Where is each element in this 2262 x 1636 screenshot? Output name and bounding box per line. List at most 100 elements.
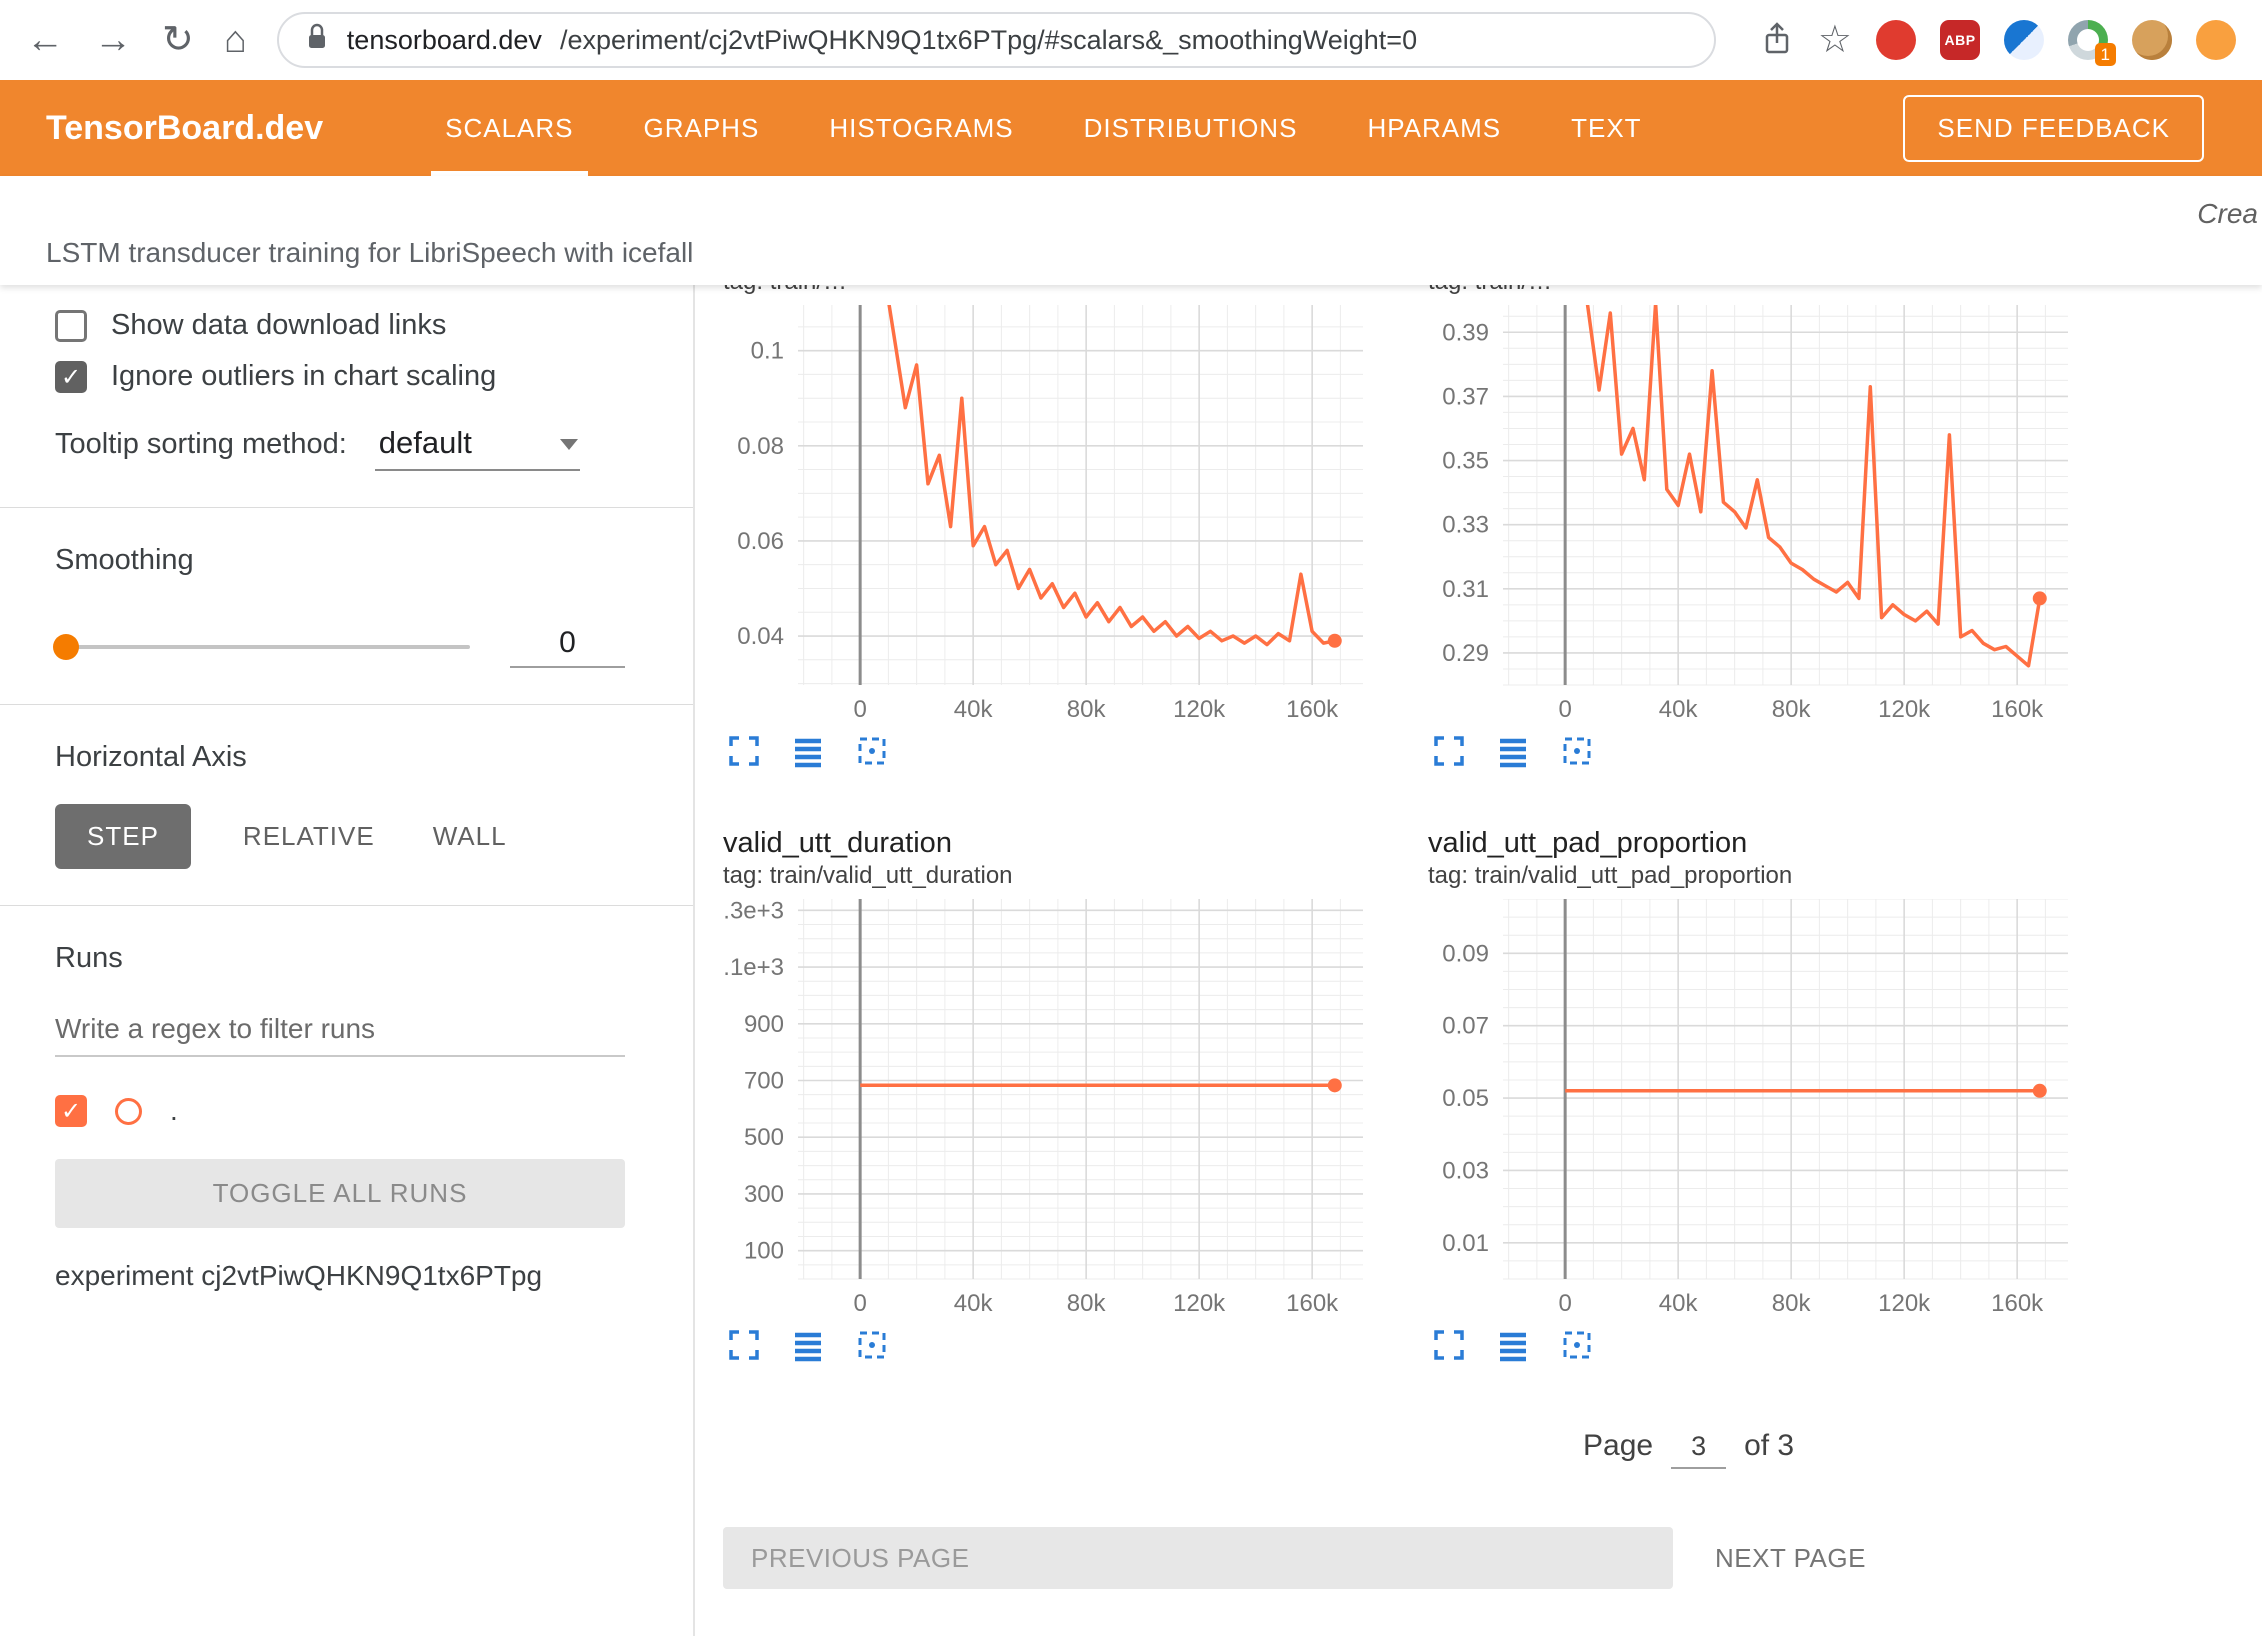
tooltip-sorting-label: Tooltip sorting method: [55,428,347,461]
svg-text:160k: 160k [1991,1290,2044,1317]
full-width-icon[interactable] [789,1327,827,1365]
fullscreen-icon[interactable] [1430,1327,1468,1365]
svg-text:160k: 160k [1991,696,2044,723]
svg-text:900: 900 [744,1011,784,1038]
fullscreen-icon[interactable] [1430,733,1468,771]
chart-title: valid_utt_duration [723,825,1373,861]
line-chart[interactable]: 1003005007009001.1e+31.3e+3040k80k120k16… [723,899,1373,1317]
line-chart[interactable]: 0.290.310.330.350.370.39040k80k120k160k [1428,305,2078,723]
svg-text:160k: 160k [1286,1290,1339,1317]
fullscreen-icon[interactable] [725,1327,763,1365]
svg-text:120k: 120k [1173,1290,1226,1317]
run-checkbox[interactable] [55,1095,87,1127]
svg-text:700: 700 [744,1067,784,1094]
axis-step-button[interactable]: STEP [55,804,191,869]
svg-text:500: 500 [744,1124,784,1151]
scalar-chart-card: valid_utt_pad_proportion tag: train/vali… [1428,825,2078,1365]
bookmark-star-icon[interactable]: ☆ [1818,21,1852,59]
fit-domain-icon[interactable] [853,733,891,771]
svg-text:0: 0 [1558,1290,1571,1317]
scalar-chart-card: tag: train/… 0.040.060.080.1040k80k120k1… [723,285,1373,771]
full-width-icon[interactable] [1494,733,1532,771]
runs-filter-input[interactable] [55,1003,625,1057]
tab-text[interactable]: TEXT [1565,80,1647,176]
smoothing-slider[interactable] [55,645,470,649]
line-chart[interactable]: 0.010.030.050.070.09040k80k120k160k [1428,899,2078,1317]
svg-text:0.08: 0.08 [737,433,784,460]
svg-text:0.35: 0.35 [1442,448,1489,475]
svg-text:0: 0 [853,696,866,723]
lock-icon [305,22,329,59]
tooltip-sorting-dropdown[interactable]: default [375,423,580,471]
page-label: Page [1583,1429,1653,1463]
full-width-icon[interactable] [1494,1327,1532,1365]
scalars-dashboard: tag: train/… 0.040.060.080.1040k80k120k1… [695,285,2262,1636]
svg-text:0.33: 0.33 [1442,512,1489,539]
axis-relative-button[interactable]: RELATIVE [237,805,381,868]
svg-text:100: 100 [744,1238,784,1265]
fullscreen-icon[interactable] [725,733,763,771]
run-color-swatch[interactable] [115,1098,142,1125]
line-chart[interactable]: 0.040.060.080.1040k80k120k160k [723,305,1373,723]
svg-text:0.37: 0.37 [1442,383,1489,410]
profile-avatar[interactable] [2196,20,2236,60]
svg-text:120k: 120k [1878,696,1931,723]
ignore-outliers-checkbox[interactable] [55,361,87,393]
send-feedback-button[interactable]: SEND FEEDBACK [1903,95,2204,162]
svg-text:0.29: 0.29 [1442,640,1489,667]
forward-icon[interactable]: → [94,21,132,59]
app-header: TensorBoard.dev SCALARS GRAPHS HISTOGRAM… [0,80,2262,176]
experiment-subheader: Crea LSTM transducer training for LibriS… [0,176,2262,285]
tab-hparams[interactable]: HPARAMS [1361,80,1507,176]
run-name: . [170,1095,178,1127]
svg-text:0.09: 0.09 [1442,940,1489,967]
divider [0,905,693,906]
blue-extension-icon[interactable] [2004,20,2044,60]
svg-text:120k: 120k [1173,696,1226,723]
page-number-input[interactable] [1671,1430,1726,1469]
cookie-extension-icon[interactable] [2132,20,2172,60]
svg-text:40k: 40k [954,1290,994,1317]
tab-histograms[interactable]: HISTOGRAMS [823,80,1019,176]
main-nav: SCALARS GRAPHS HISTOGRAMS DISTRIBUTIONS … [439,80,1647,176]
toggle-all-runs-button[interactable]: TOGGLE ALL RUNS [55,1159,625,1228]
page-of-label: of 3 [1744,1429,1794,1463]
adblock-extension-icon[interactable] [1876,20,1916,60]
address-bar[interactable]: tensorboard.dev/experiment/cj2vtPiwQHKN9… [277,12,1716,68]
svg-text:0: 0 [853,1290,866,1317]
pager-buttons: PREVIOUS PAGE NEXT PAGE [723,1527,2262,1589]
tab-graphs[interactable]: GRAPHS [638,80,766,176]
previous-page-button[interactable]: PREVIOUS PAGE [723,1527,1673,1589]
home-icon[interactable]: ⌂ [224,21,247,59]
horizontal-axis-label: Horizontal Axis [55,741,625,774]
axis-wall-button[interactable]: WALL [427,805,513,868]
fit-domain-icon[interactable] [1558,733,1596,771]
svg-text:0.05: 0.05 [1442,1085,1489,1112]
reload-icon[interactable]: ↻ [162,21,194,59]
show-download-links-label: Show data download links [111,309,446,342]
divider [0,704,693,705]
scalar-chart-card: tag: train/… 0.290.310.330.350.370.39040… [1428,285,2078,771]
svg-text:40k: 40k [954,696,994,723]
svg-text:0.31: 0.31 [1442,576,1489,603]
fit-domain-icon[interactable] [853,1327,891,1365]
show-download-links-checkbox[interactable] [55,310,87,342]
chart-tag: tag: train/valid_utt_pad_proportion [1428,861,2078,891]
share-icon[interactable] [1760,21,1794,60]
back-icon[interactable]: ← [26,21,64,59]
svg-text:0.03: 0.03 [1442,1157,1489,1184]
next-page-button[interactable]: NEXT PAGE [1709,1542,1872,1575]
fit-domain-icon[interactable] [1558,1327,1596,1365]
abp-extension-icon[interactable]: ABP [1940,20,1980,60]
tab-distributions[interactable]: DISTRIBUTIONS [1078,80,1304,176]
full-width-icon[interactable] [789,733,827,771]
privacy-extension-icon[interactable]: 1 [2068,20,2108,60]
chart-title: valid_utt_pad_proportion [1428,825,2078,861]
smoothing-slider-thumb[interactable] [53,634,79,660]
smoothing-value-input[interactable] [510,625,625,668]
svg-text:80k: 80k [1067,1290,1107,1317]
svg-text:0.39: 0.39 [1442,319,1489,346]
tab-scalars[interactable]: SCALARS [439,80,579,176]
svg-text:0.1: 0.1 [751,338,784,365]
svg-text:80k: 80k [1772,696,1812,723]
